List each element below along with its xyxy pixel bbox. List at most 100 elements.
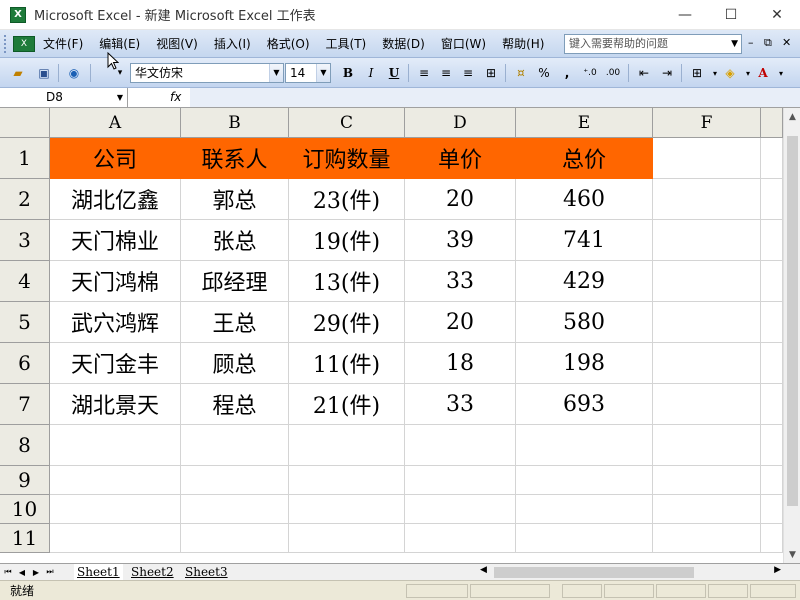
table-cell[interactable]: 693 [516, 384, 653, 425]
empty-cell[interactable] [761, 466, 783, 495]
column-header-e[interactable]: E [516, 108, 653, 138]
menu-view[interactable]: 视图(V) [148, 33, 206, 55]
open-folder-icon[interactable]: ▰ [8, 63, 28, 83]
empty-cell[interactable] [653, 302, 761, 343]
header-cell[interactable]: 总价 [516, 138, 653, 179]
empty-cell[interactable] [289, 466, 405, 495]
empty-cell[interactable] [405, 425, 516, 466]
empty-cell[interactable] [181, 495, 289, 524]
empty-cell[interactable] [653, 384, 761, 425]
row-header-7[interactable]: 7 [0, 384, 50, 425]
table-cell[interactable]: 邱经理 [181, 261, 289, 302]
vertical-scrollbar[interactable]: ▲ ▼ [783, 108, 800, 563]
help-search-input[interactable]: 键入需要帮助的问题 ▼ [564, 34, 742, 54]
empty-cell[interactable] [653, 261, 761, 302]
sheet-tab-2[interactable]: Sheet2 [128, 564, 177, 580]
header-cell[interactable]: 联系人 [181, 138, 289, 179]
empty-cell[interactable] [761, 343, 783, 384]
empty-cell[interactable] [653, 524, 761, 553]
help-icon[interactable]: ◉ [64, 63, 84, 83]
font-color-icon[interactable]: A [753, 63, 773, 83]
excel-app-icon[interactable]: X [10, 6, 26, 23]
empty-cell[interactable] [405, 495, 516, 524]
empty-cell[interactable] [181, 425, 289, 466]
empty-cell[interactable] [50, 466, 181, 495]
table-cell[interactable]: 429 [516, 261, 653, 302]
table-cell[interactable]: 33 [405, 384, 516, 425]
table-cell[interactable]: 19(件) [289, 220, 405, 261]
empty-cell[interactable] [653, 466, 761, 495]
table-cell[interactable]: 580 [516, 302, 653, 343]
empty-cell[interactable] [516, 495, 653, 524]
row-header-4[interactable]: 4 [0, 261, 50, 302]
font-size-select[interactable]: 14 ▼ [285, 63, 331, 83]
prev-sheet-icon[interactable]: ◀ [16, 565, 28, 579]
table-cell[interactable]: 20 [405, 179, 516, 220]
empty-cell[interactable] [516, 466, 653, 495]
currency-icon[interactable]: ¤ [511, 63, 531, 83]
empty-cell[interactable] [761, 302, 783, 343]
empty-cell[interactable] [653, 495, 761, 524]
font-name-select[interactable]: 华文仿宋 ▼ [130, 63, 284, 83]
empty-cell[interactable] [761, 261, 783, 302]
table-cell[interactable]: 13(件) [289, 261, 405, 302]
row-header-9[interactable]: 9 [0, 466, 50, 495]
table-cell[interactable]: 18 [405, 343, 516, 384]
sheet-tab-1[interactable]: Sheet1 [74, 564, 123, 580]
menu-tools[interactable]: 工具(T) [318, 33, 375, 55]
header-cell[interactable]: 订购数量 [289, 138, 405, 179]
column-header-c[interactable]: C [289, 108, 405, 138]
close-button[interactable]: ✕ [754, 0, 800, 30]
empty-cell[interactable] [50, 495, 181, 524]
empty-cell[interactable] [289, 524, 405, 553]
row-header-10[interactable]: 10 [0, 495, 50, 524]
empty-cell[interactable] [289, 495, 405, 524]
increase-indent-icon[interactable]: ⇥ [657, 63, 677, 83]
next-sheet-icon[interactable]: ▶ [30, 565, 42, 579]
empty-cell[interactable] [181, 466, 289, 495]
horizontal-scrollbar[interactable]: ◀ ▶ [478, 565, 783, 580]
scroll-left-icon[interactable]: ◀ [480, 565, 487, 575]
empty-cell[interactable] [50, 425, 181, 466]
align-left-icon[interactable]: ≡ [414, 63, 434, 83]
row-header-5[interactable]: 5 [0, 302, 50, 343]
menu-file[interactable]: 文件(F) [35, 33, 91, 55]
empty-cell[interactable] [405, 524, 516, 553]
column-header-b[interactable]: B [181, 108, 289, 138]
menu-edit[interactable]: 编辑(E) [91, 33, 148, 55]
decrease-decimal-button[interactable]: .00 [603, 63, 623, 83]
table-cell[interactable]: 21(件) [289, 384, 405, 425]
empty-cell[interactable] [516, 524, 653, 553]
empty-cell[interactable] [761, 524, 783, 553]
table-cell[interactable]: 程总 [181, 384, 289, 425]
menu-window[interactable]: 窗口(W) [433, 33, 494, 55]
chevron-down-icon[interactable]: ▼ [731, 35, 738, 53]
table-cell[interactable]: 天门棉业 [50, 220, 181, 261]
row-header-8[interactable]: 8 [0, 425, 50, 466]
row-header-2[interactable]: 2 [0, 179, 50, 220]
table-cell[interactable]: 天门鸿棉 [50, 261, 181, 302]
row-header-6[interactable]: 6 [0, 343, 50, 384]
table-cell[interactable]: 741 [516, 220, 653, 261]
empty-cell[interactable] [181, 524, 289, 553]
formula-input[interactable] [190, 88, 800, 107]
empty-cell[interactable] [653, 220, 761, 261]
empty-cell[interactable] [516, 425, 653, 466]
row-header-11[interactable]: 11 [0, 524, 50, 553]
column-header-d[interactable]: D [405, 108, 516, 138]
chevron-down-icon[interactable]: ▼ [117, 88, 123, 107]
minimize-button[interactable]: — [662, 0, 708, 30]
align-center-icon[interactable]: ≡ [436, 63, 456, 83]
column-header-g[interactable] [761, 108, 783, 138]
empty-cell[interactable] [289, 425, 405, 466]
chevron-down-icon[interactable]: ▼ [269, 64, 283, 82]
menu-help[interactable]: 帮助(H) [494, 33, 552, 55]
table-cell[interactable]: 郭总 [181, 179, 289, 220]
table-cell[interactable]: 天门金丰 [50, 343, 181, 384]
merge-center-icon[interactable]: ⊞ [481, 63, 501, 83]
fill-color-icon[interactable]: ◈ [720, 63, 740, 83]
table-cell[interactable]: 11(件) [289, 343, 405, 384]
empty-cell[interactable] [761, 425, 783, 466]
empty-cell[interactable] [761, 138, 783, 179]
empty-cell[interactable] [653, 138, 761, 179]
